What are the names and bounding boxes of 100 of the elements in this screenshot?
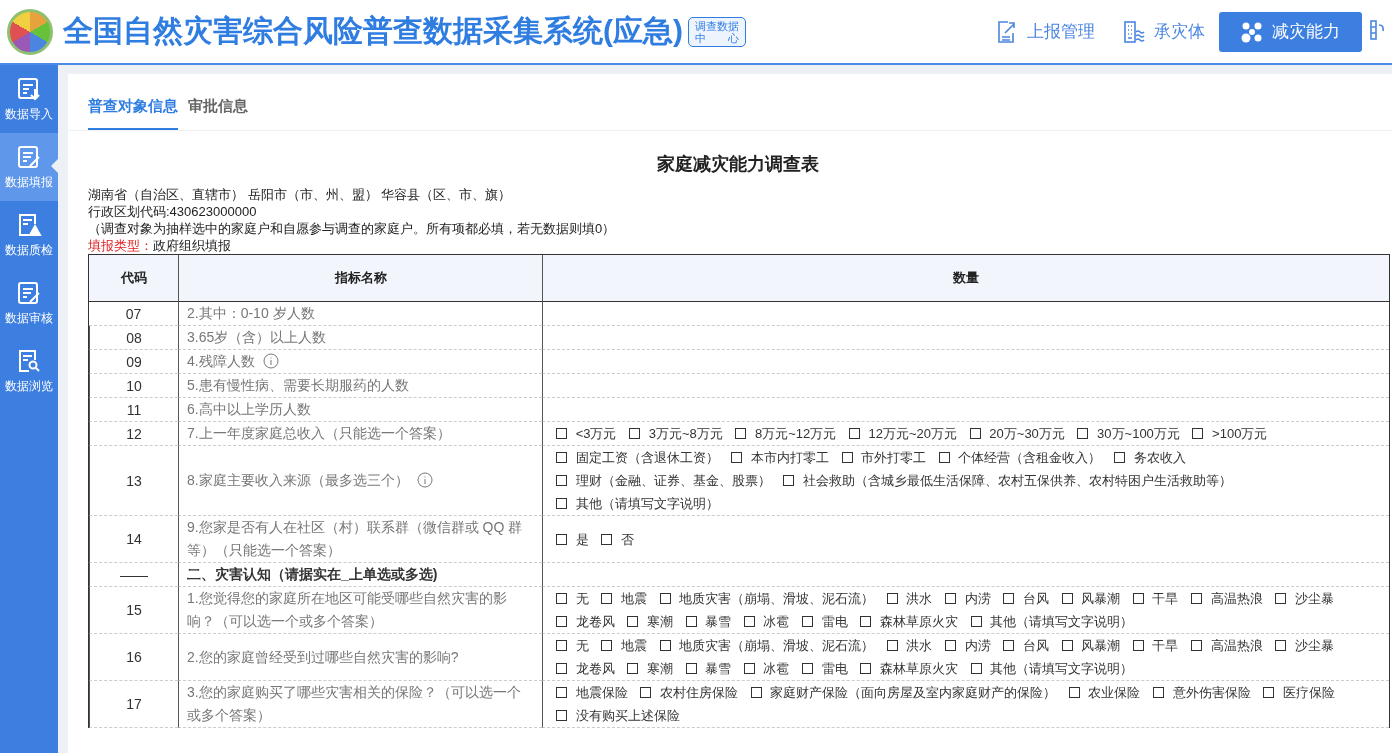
option-label: 地震: [620, 638, 647, 653]
checkbox[interactable]: [556, 593, 567, 604]
fill-type-value: 政府组织填报: [153, 238, 231, 253]
checkbox[interactable]: [685, 663, 697, 674]
checkbox[interactable]: [938, 452, 950, 463]
checkbox[interactable]: [659, 593, 671, 604]
checkbox[interactable]: [969, 428, 981, 439]
checkbox[interactable]: [731, 452, 743, 463]
checkbox[interactable]: [750, 687, 762, 698]
checkbox[interactable]: [848, 428, 860, 439]
stack-icon[interactable]: [1370, 18, 1384, 41]
checkbox[interactable]: [601, 640, 613, 651]
option-label: 寒潮: [646, 614, 673, 629]
code-cell: 13: [126, 472, 142, 489]
checkbox[interactable]: [1275, 640, 1287, 651]
checkbox[interactable]: [1263, 687, 1275, 698]
option-label: 洪水: [906, 638, 933, 653]
checkbox[interactable]: [1068, 687, 1080, 698]
checkbox[interactable]: [945, 593, 956, 604]
value-cell[interactable]: [542, 398, 1389, 422]
checkbox[interactable]: [841, 452, 853, 463]
checkbox[interactable]: [1077, 428, 1089, 439]
checkbox[interactable]: [601, 593, 613, 604]
checkbox[interactable]: [1061, 640, 1073, 651]
checkbox[interactable]: [970, 663, 982, 674]
option-label: 内涝: [964, 638, 991, 653]
sidebar-item[interactable]: 数据审核: [0, 269, 58, 337]
value-cell[interactable]: [542, 374, 1389, 398]
checkbox[interactable]: [629, 428, 641, 439]
checkbox[interactable]: [783, 475, 795, 486]
sidebar-item[interactable]: 数据浏览: [0, 337, 58, 405]
checkbox[interactable]: [1275, 593, 1287, 604]
sidebar-item[interactable]: 数据质检: [0, 201, 58, 269]
value-cell[interactable]: [542, 350, 1389, 374]
checkbox[interactable]: [1191, 640, 1202, 651]
checkbox[interactable]: [860, 616, 872, 627]
checkbox[interactable]: [556, 710, 567, 721]
checkbox[interactable]: [1153, 687, 1164, 698]
value-cell[interactable]: [542, 326, 1389, 350]
checkbox[interactable]: [802, 663, 813, 674]
option-label: 高温热浪: [1210, 591, 1263, 606]
checkbox[interactable]: [743, 616, 755, 627]
checkbox[interactable]: [556, 428, 567, 439]
checkbox[interactable]: [556, 452, 567, 463]
checkbox[interactable]: [735, 428, 747, 439]
checkbox[interactable]: [659, 640, 671, 651]
fill-type-label: 填报类型：: [88, 238, 153, 253]
checkbox[interactable]: [556, 475, 567, 486]
checkbox[interactable]: [1061, 593, 1073, 604]
option-label: 寒潮: [646, 661, 673, 676]
checkbox[interactable]: [945, 640, 956, 651]
info-icon[interactable]: [262, 353, 279, 369]
option-label: 20万~30万元: [989, 426, 1065, 441]
option-label: 3万元~8万元: [648, 426, 723, 441]
edit-icon: [16, 143, 42, 170]
checkbox[interactable]: [627, 663, 639, 674]
indicator-name: 2.您的家庭曾经受到过哪些自然灾害的影响?: [187, 648, 459, 665]
checkbox[interactable]: [627, 616, 639, 627]
checkbox[interactable]: [685, 616, 697, 627]
indicator-name: 5.患有慢性病、需要长期服药的人数: [187, 377, 409, 393]
option-label: 沙尘暴: [1294, 638, 1334, 653]
checkbox[interactable]: [1191, 593, 1202, 604]
option-label: 本市内打零工: [750, 450, 829, 465]
sidebar-item[interactable]: 数据填报: [0, 133, 58, 201]
checkbox[interactable]: [556, 640, 567, 651]
checkbox[interactable]: [1003, 640, 1015, 651]
checkbox[interactable]: [556, 687, 567, 698]
sidebar-item[interactable]: 数据导入: [0, 65, 58, 133]
info-icon[interactable]: [416, 472, 433, 488]
checkbox[interactable]: [556, 663, 567, 674]
value-cell[interactable]: [542, 302, 1389, 326]
checkbox[interactable]: [743, 663, 755, 674]
code-cell: 08: [126, 329, 142, 346]
checkbox[interactable]: [886, 640, 898, 651]
checkbox[interactable]: [802, 616, 813, 627]
option-label: 内涝: [964, 591, 991, 606]
nav-item[interactable]: 承灾体: [1109, 11, 1219, 52]
checkbox[interactable]: [556, 533, 567, 545]
checkbox[interactable]: [601, 533, 613, 545]
option-label: 家庭财产保险（面向房屋及室内家庭财产的保险）: [770, 685, 1057, 700]
nav-item[interactable]: 上报管理: [982, 11, 1109, 52]
checkbox[interactable]: [886, 593, 898, 604]
checkbox[interactable]: [556, 498, 567, 509]
tab[interactable]: 审批信息: [188, 97, 248, 130]
checkbox[interactable]: [556, 616, 567, 627]
option-label: 风暴潮: [1081, 591, 1121, 606]
indicator-name: 6.高中以上学历人数: [187, 401, 311, 417]
option-label: 30万~100万元: [1097, 426, 1180, 441]
checkbox[interactable]: [640, 687, 652, 698]
option-label: 沙尘暴: [1294, 591, 1334, 606]
option-label: 无: [575, 638, 589, 653]
checkbox[interactable]: [970, 616, 982, 627]
tab[interactable]: 普查对象信息: [88, 97, 178, 130]
checkbox[interactable]: [1114, 452, 1125, 463]
checkbox[interactable]: [1132, 593, 1144, 604]
checkbox[interactable]: [860, 663, 872, 674]
nav-item[interactable]: 减灾能力: [1219, 11, 1362, 52]
checkbox[interactable]: [1003, 593, 1015, 604]
checkbox[interactable]: [1132, 640, 1144, 651]
checkbox[interactable]: [1192, 428, 1204, 439]
